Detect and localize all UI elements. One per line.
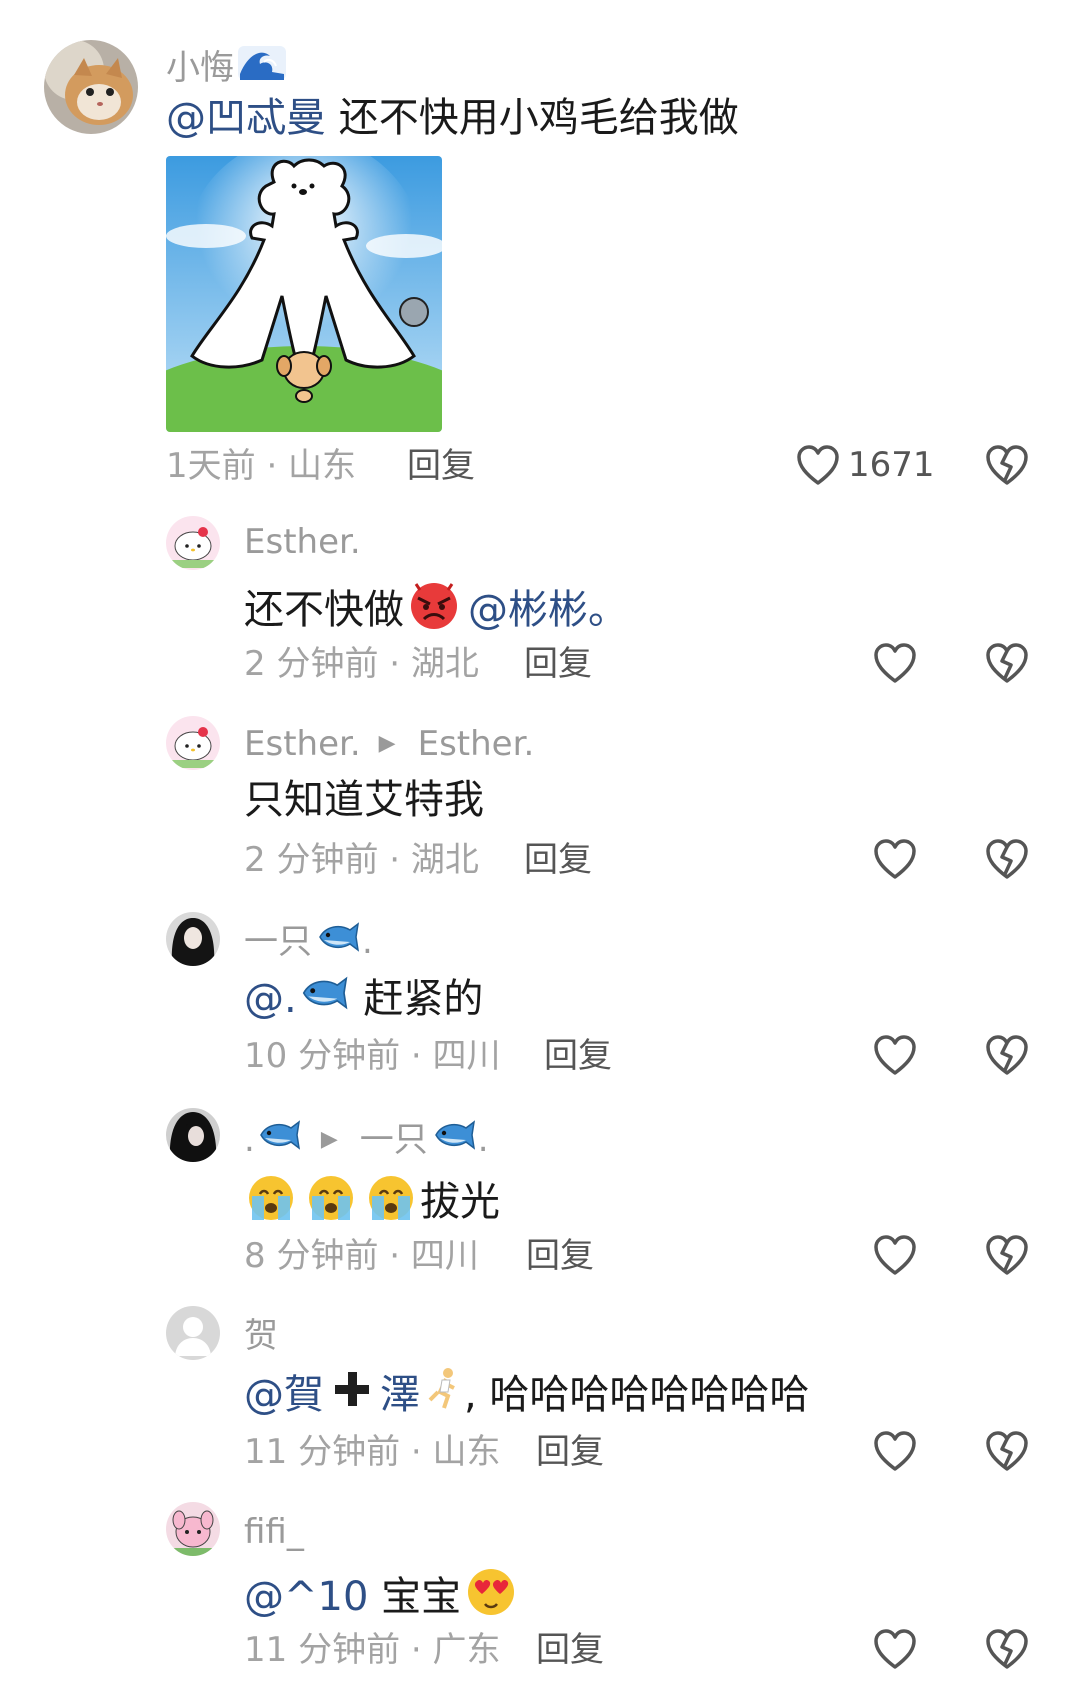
heart-outline-icon (796, 444, 840, 486)
comment-meta: 1天前 · 山东 (166, 446, 357, 486)
comment-text: 拔光 (244, 1170, 500, 1233)
reply-arrow-icon: ▶ (378, 731, 396, 756)
dislike-button[interactable] (985, 444, 1029, 486)
avatar-dark-hair[interactable] (166, 1108, 220, 1162)
heart-outline-icon (873, 838, 917, 880)
broken-heart-icon (985, 642, 1029, 684)
reply-button[interactable]: 回复 (536, 1432, 604, 1472)
user-mention[interactable]: @彬彬。 (468, 586, 628, 634)
heart-outline-icon (873, 642, 917, 684)
comment-meta: 2 分钟前 · 湖北 (244, 840, 479, 880)
user-mention[interactable]: @^10 (244, 1573, 368, 1621)
heart-outline-icon (873, 1034, 917, 1076)
like-button[interactable] (873, 838, 917, 880)
user-mention[interactable]: @. (244, 974, 351, 1023)
wave-emoji (238, 44, 286, 91)
like-button[interactable] (873, 1234, 917, 1276)
avatar-hello-kitty[interactable] (166, 716, 220, 770)
runner-emoji (424, 1366, 464, 1423)
broken-heart-icon (985, 1234, 1029, 1276)
avatar-dark-hair[interactable] (166, 912, 220, 966)
like-count: 1671 (848, 445, 935, 485)
comment-username[interactable]: fifi_ (244, 1512, 304, 1552)
reply-button[interactable]: 回复 (524, 840, 592, 880)
comment-text: 只知道艾特我 (244, 777, 484, 823)
sticker-image[interactable] (166, 156, 442, 432)
crying-face-emoji (304, 1170, 358, 1233)
like-button[interactable]: 1671 (796, 444, 935, 486)
dislike-button[interactable] (985, 1234, 1029, 1276)
comment-text: @^10 宝宝 (244, 1564, 519, 1629)
reply-button[interactable]: 回复 (407, 446, 475, 486)
author-name[interactable]: Esther. (244, 724, 361, 764)
dislike-button[interactable] (985, 642, 1029, 684)
heart-outline-icon (873, 1430, 917, 1472)
broken-heart-icon (985, 838, 1029, 880)
author-name[interactable]: . (244, 1118, 303, 1161)
reply-button[interactable]: 回复 (544, 1036, 612, 1076)
fish-emoji (432, 1118, 478, 1161)
dislike-button[interactable] (985, 838, 1029, 880)
dislike-button[interactable] (985, 1034, 1029, 1076)
like-button[interactable] (873, 1034, 917, 1076)
comment-meta: 2 分钟前 · 湖北 (244, 644, 479, 684)
heart-eyes-emoji (463, 1564, 519, 1629)
comment-text: @賀 澤 , 哈哈哈哈哈哈哈哈 (244, 1366, 809, 1423)
user-mention[interactable]: @凹忒曼 (166, 94, 326, 142)
broken-heart-icon (985, 1034, 1029, 1076)
comment-text: 还不快做 @彬彬。 (244, 578, 628, 641)
avatar-hello-kitty[interactable] (166, 516, 220, 570)
angry-face-emoji (406, 578, 462, 641)
fish-emoji (316, 920, 362, 963)
dislike-button[interactable] (985, 1430, 1029, 1472)
comment-username[interactable]: 小悔 (166, 44, 286, 91)
comment-meta: 11 分钟前 · 山东 (244, 1432, 501, 1472)
comment-meta: 11 分钟前 · 广东 (244, 1630, 501, 1670)
avatar-cat[interactable] (44, 40, 138, 134)
crying-face-emoji (364, 1170, 418, 1233)
comment-username[interactable]: 一只 . (244, 920, 373, 963)
avatar-pink-character[interactable] (166, 1502, 220, 1556)
heart-outline-icon (873, 1234, 917, 1276)
comment-username[interactable]: 贺 (244, 1316, 278, 1356)
like-button[interactable] (873, 1628, 917, 1670)
like-button[interactable] (873, 642, 917, 684)
fish-emoji (257, 1118, 303, 1161)
comment-text: @. 赶紧的 (244, 974, 484, 1023)
reply-target-name[interactable]: 一只 . (360, 1118, 489, 1161)
fish-emoji (299, 974, 351, 1023)
like-button[interactable] (873, 1430, 917, 1472)
comment-meta: 8 分钟前 · 四川 (244, 1236, 479, 1276)
heart-outline-icon (873, 1628, 917, 1670)
dislike-button[interactable] (985, 1628, 1029, 1670)
broken-heart-icon (985, 1628, 1029, 1670)
reply-button[interactable]: 回复 (526, 1236, 594, 1276)
broken-heart-icon (985, 1430, 1029, 1472)
comment-username[interactable]: Esther. (244, 522, 361, 562)
broken-heart-icon (985, 444, 1029, 486)
heavy-plus-emoji (332, 1369, 372, 1420)
reply-arrow-icon: ▶ (320, 1126, 338, 1152)
crying-face-emoji (244, 1170, 298, 1233)
reply-target-name[interactable]: Esther. (418, 724, 535, 764)
comment-username: Esther. ▶ Esther. (244, 724, 534, 764)
reply-button[interactable]: 回复 (536, 1630, 604, 1670)
avatar-default[interactable] (166, 1306, 220, 1360)
user-mention[interactable]: @賀 澤 (244, 1366, 464, 1423)
comment-username: . ▶ 一只 . (244, 1118, 489, 1161)
reply-button[interactable]: 回复 (524, 644, 592, 684)
comment-meta: 10 分钟前 · 四川 (244, 1036, 501, 1076)
comment-text: @凹忒曼 还不快用小鸡毛给我做 (166, 94, 739, 142)
